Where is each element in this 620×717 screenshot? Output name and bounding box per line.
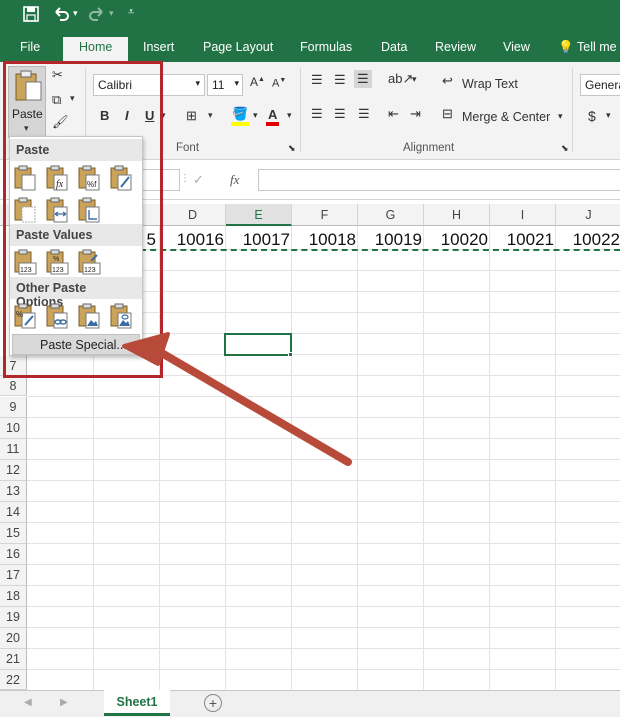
sheet-tab-sheet1[interactable]: Sheet1 xyxy=(104,690,170,716)
scroll-left-icon[interactable]: ◀ xyxy=(24,697,32,708)
add-sheet-icon[interactable]: + xyxy=(204,694,222,712)
sheet-tab-bar: ◀ ▶ Sheet1 + xyxy=(0,690,620,717)
sheet-tab-label: Sheet1 xyxy=(116,695,158,709)
annotation-arrow xyxy=(122,332,352,466)
excel-window: { "qat": {"save_icon": "save-icon", "und… xyxy=(0,0,620,717)
scroll-right-icon[interactable]: ▶ xyxy=(60,697,68,708)
